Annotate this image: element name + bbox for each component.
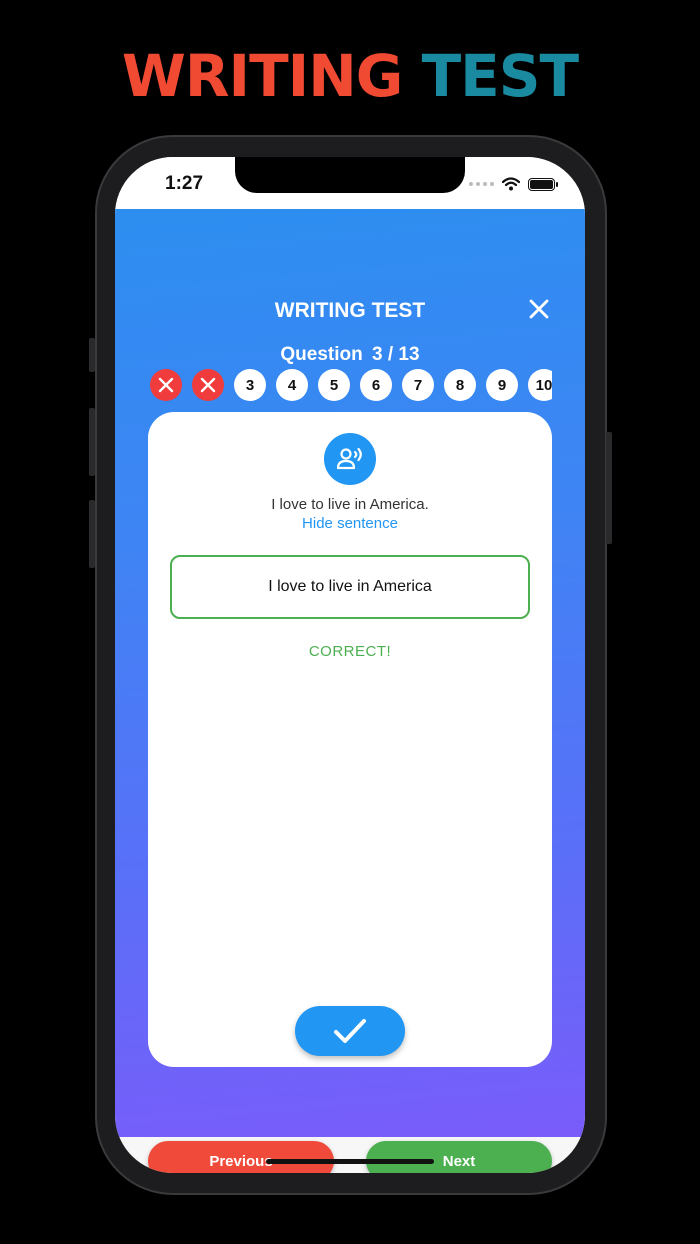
home-indicator[interactable] (266, 1159, 434, 1164)
previous-button[interactable]: Previous (148, 1141, 334, 1173)
question-navigator-row: 3 4 5 6 7 8 9 10 (150, 369, 552, 401)
question-pill[interactable]: 5 (318, 369, 350, 401)
speak-sentence-button[interactable] (324, 433, 376, 485)
close-icon (529, 299, 549, 319)
phone-volume-down-button (89, 500, 95, 568)
checkmark-icon (334, 1019, 366, 1043)
question-pill-wrong[interactable] (150, 369, 182, 401)
wifi-icon (502, 177, 520, 191)
status-bar: 1:27 (115, 157, 585, 209)
close-button[interactable] (521, 291, 557, 327)
speaker-person-icon (336, 447, 362, 470)
promo-title-word-writing: WRITING (121, 42, 404, 110)
hide-sentence-link[interactable]: Hide sentence (148, 515, 552, 532)
result-label: CORRECT! (308, 643, 392, 660)
question-pill[interactable]: 9 (486, 369, 518, 401)
question-pill[interactable]: 4 (276, 369, 308, 401)
promo-title-word-test: TEST (421, 42, 580, 110)
app-content: WRITING TEST Question 3 / 13 3 4 5 6 7 8… (115, 209, 585, 1173)
answer-input[interactable] (170, 555, 530, 619)
status-time: 1:27 (165, 173, 204, 194)
question-card: I love to live in America. Hide sentence… (148, 412, 552, 1067)
phone-power-button (606, 432, 612, 544)
question-pill[interactable]: 3 (234, 369, 266, 401)
question-pill[interactable]: 7 (402, 369, 434, 401)
question-counter: Question 3 / 13 (115, 344, 585, 366)
question-counter-prefix: Question (280, 344, 363, 365)
next-button[interactable]: Next (366, 1141, 552, 1173)
phone-mute-switch (89, 338, 95, 372)
battery-icon (528, 177, 558, 191)
question-pill-wrong[interactable] (192, 369, 224, 401)
question-navigator: 3 4 5 6 7 8 9 10 (150, 369, 552, 403)
page-title: WRITING TEST (274, 299, 426, 322)
phone-screen: 1:27 WRITING TEST Question 3 / 13 3 4 5 … (115, 157, 585, 1173)
question-pill[interactable]: 6 (360, 369, 392, 401)
cross-icon (158, 377, 174, 393)
status-icons (469, 177, 558, 191)
cellular-signal-icon (469, 182, 494, 186)
question-pill[interactable]: 8 (444, 369, 476, 401)
check-answer-button[interactable] (295, 1006, 405, 1056)
question-counter-value: 3 / 13 (372, 344, 420, 365)
cross-icon (200, 377, 216, 393)
notch (235, 157, 465, 193)
target-sentence: I love to live in America. (271, 496, 429, 513)
phone-volume-up-button (89, 408, 95, 476)
promo-title: WRITING TEST (0, 40, 700, 112)
question-pill[interactable]: 10 (528, 369, 552, 401)
